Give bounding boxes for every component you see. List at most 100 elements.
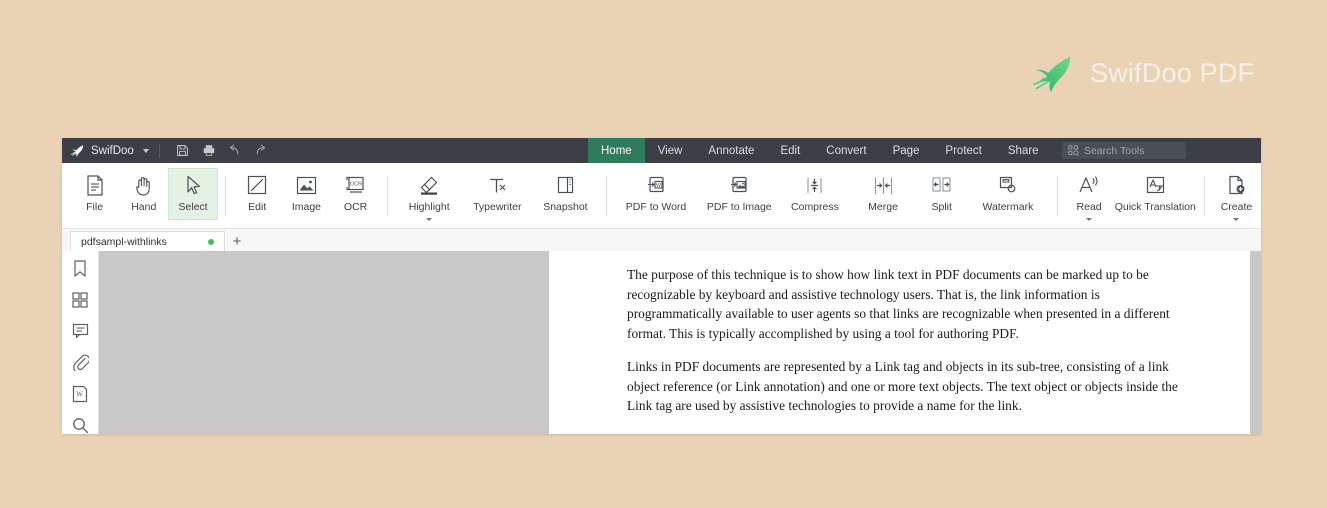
tool-label: Select: [178, 201, 208, 213]
ribbon-divider: [224, 176, 226, 216]
menu-protect[interactable]: Protect: [932, 138, 994, 163]
edit-pencil-box-icon: [247, 174, 267, 196]
tool-edit[interactable]: Edit: [233, 168, 282, 220]
image-picture-icon: [296, 174, 317, 196]
create-document-icon: [1227, 174, 1246, 196]
tool-pdf-to-image[interactable]: PDF to Image: [698, 168, 781, 220]
swift-bird-icon: [70, 145, 84, 157]
tool-label: Image: [291, 201, 321, 213]
chevron-down-icon[interactable]: [142, 148, 149, 153]
tool-label: OCR: [343, 201, 368, 213]
pdf-page[interactable]: The purpose of this technique is to show…: [549, 251, 1250, 434]
menu-share[interactable]: Share: [995, 138, 1052, 163]
chevron-down-icon[interactable]: [1086, 217, 1093, 221]
tool-pdf-to-word[interactable]: W PDF to Word: [614, 168, 697, 220]
tool-create[interactable]: Create: [1212, 168, 1261, 221]
ribbon-divider: [1203, 176, 1205, 216]
undo-arrow-icon: [230, 144, 239, 155]
save-floppy-icon: [177, 145, 189, 156]
unsaved-indicator-dot: [208, 238, 214, 245]
pdf-to-word-icon: W: [646, 174, 667, 196]
search-placeholder: Search Tools: [1084, 144, 1145, 157]
paperclip-icon[interactable]: [70, 353, 90, 371]
tool-hand[interactable]: Hand: [119, 168, 168, 220]
tool-highlight[interactable]: Highlight: [395, 168, 463, 221]
tool-label: Typewriter: [473, 201, 522, 213]
document-file-icon: [86, 174, 104, 196]
undo-button[interactable]: [222, 138, 248, 163]
menu-convert[interactable]: Convert: [813, 138, 879, 163]
hand-icon: [134, 174, 153, 196]
canvas-empty-area: [99, 251, 549, 434]
snapshot-crop-icon: [555, 174, 576, 196]
tool-snapshot[interactable]: Snapshot: [531, 168, 599, 220]
vertical-scrollbar[interactable]: [1250, 251, 1261, 434]
tool-ocr[interactable]: OCR OCR: [331, 168, 380, 220]
chevron-down-icon[interactable]: [1233, 217, 1240, 221]
cursor-arrow-icon: [185, 174, 201, 196]
page-paragraph: Links in PDF documents are represented b…: [627, 359, 1178, 413]
ribbon-divider: [606, 176, 608, 216]
tool-quick-translation[interactable]: Quick Translation: [1114, 168, 1197, 220]
side-panel-rail: W: [62, 251, 99, 434]
tool-compress[interactable]: Compress: [781, 168, 849, 220]
menu-edit[interactable]: Edit: [767, 138, 813, 163]
tool-typewriter[interactable]: Typewriter: [463, 168, 531, 220]
brand-watermark: SwifDoo PDF: [1030, 50, 1254, 96]
ocr-scan-icon: OCR: [345, 174, 366, 196]
tool-image[interactable]: Image: [282, 168, 331, 220]
tool-label: Highlight: [408, 201, 450, 213]
svg-text:OCR: OCR: [350, 182, 362, 188]
read-aloud-icon: [1078, 174, 1100, 196]
tool-label: File: [86, 201, 104, 213]
tool-file[interactable]: File: [70, 168, 119, 220]
print-button[interactable]: [196, 138, 222, 163]
menu-view[interactable]: View: [645, 138, 696, 163]
menu-annotate[interactable]: Annotate: [695, 138, 767, 163]
thumbnails-grid-icon[interactable]: [70, 292, 90, 309]
workspace: W The purpose of this technique is to sh…: [62, 251, 1261, 434]
tool-read[interactable]: Read: [1064, 168, 1113, 221]
svg-text:MARK: MARK: [1003, 179, 1011, 183]
tool-watermark[interactable]: MARK Watermark: [966, 168, 1049, 220]
tool-label: PDF to Word: [625, 201, 687, 213]
ribbon-divider: [387, 176, 389, 216]
page-paragraph: The purpose of this technique is to show…: [627, 267, 1170, 341]
bookmark-icon[interactable]: [70, 260, 90, 278]
title-bar-left: SwifDoo: [62, 138, 274, 163]
typewriter-text-icon: [487, 174, 508, 196]
chevron-down-icon[interactable]: [426, 217, 433, 221]
search-magnifier-icon[interactable]: [70, 417, 90, 434]
tool-select[interactable]: Select: [168, 168, 218, 220]
menu-home[interactable]: Home: [588, 138, 645, 163]
word-document-icon[interactable]: W: [70, 385, 90, 403]
ribbon-toolbar: File Hand Select Edit Image OCR OCR High…: [62, 163, 1261, 228]
tool-split[interactable]: Split: [917, 168, 966, 220]
tool-label: Hand: [131, 201, 157, 213]
app-name-label: SwifDoo: [91, 144, 134, 157]
tool-label: Read: [1076, 201, 1102, 213]
document-canvas[interactable]: The purpose of this technique is to show…: [99, 251, 1250, 434]
compress-icon: [804, 174, 825, 196]
menu-page[interactable]: Page: [880, 138, 933, 163]
pdf-to-image-icon: [729, 174, 750, 196]
ribbon-divider: [1056, 176, 1058, 216]
tool-merge[interactable]: Merge: [849, 168, 917, 220]
merge-icon: [873, 174, 894, 196]
search-tools-icon: [1068, 145, 1079, 156]
swift-bird-icon: [1033, 56, 1071, 93]
title-bar: SwifDoo Home View Annotate Edit Convert …: [62, 138, 1261, 163]
search-tools-input[interactable]: Search Tools: [1062, 142, 1186, 159]
tool-label: Compress: [791, 201, 839, 213]
save-button[interactable]: [170, 138, 196, 163]
document-tab-label: pdfsampl-withlinks: [81, 235, 167, 248]
svg-text:W: W: [656, 183, 661, 189]
tool-label: Create: [1220, 201, 1253, 213]
document-tab[interactable]: pdfsampl-withlinks: [70, 231, 225, 251]
printer-icon: [203, 145, 215, 156]
comment-bubble-icon[interactable]: [70, 323, 90, 340]
redo-arrow-icon: [257, 144, 266, 155]
brand-name: SwifDoo PDF: [1090, 57, 1255, 88]
new-tab-button[interactable]: +: [225, 231, 249, 251]
redo-button[interactable]: [248, 138, 274, 163]
